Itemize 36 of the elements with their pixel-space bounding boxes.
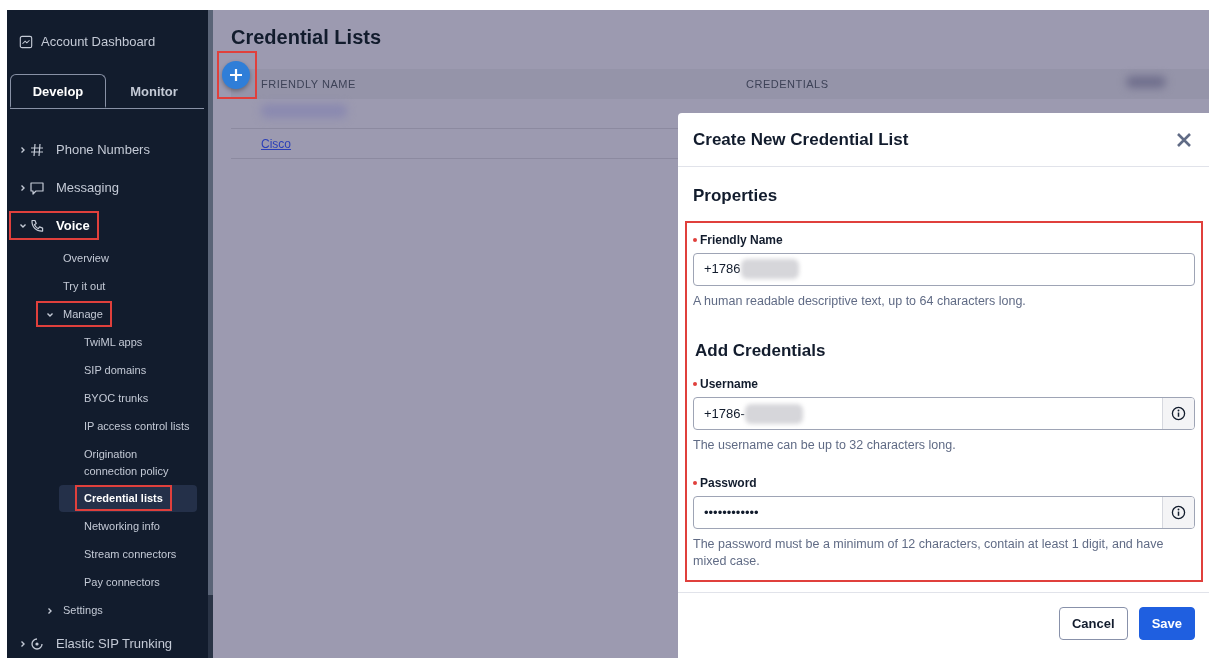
help-text: The password must be a minimum of 12 characters, contain at least 1 digit, and have mixed case. [693,536,1165,570]
nav-link[interactable]: Try it out [59,273,110,300]
cancel-button[interactable]: Cancel [1059,607,1128,640]
input-field[interactable]: +1786- [693,397,1195,430]
section-heading: Properties [693,185,779,207]
nav-link[interactable]: Voice [52,212,94,239]
field-label: Username [700,376,759,393]
dashboard-link[interactable]: Account Dashboard [41,32,156,52]
nav-link[interactable]: Messaging [52,174,123,201]
nav-link[interactable]: Settings [59,597,107,624]
help-text: A human readable descriptive text, up to 64 characters long. [693,292,1027,310]
nav-link[interactable]: Manage [59,301,107,328]
nav-link[interactable]: BYOC trunks [80,385,153,412]
nav-link[interactable]: Pay connectors [80,569,164,596]
page-title: Credential Lists [231,25,383,50]
nav-link[interactable]: IP access control lists [80,413,194,440]
save-button[interactable]: Save [1138,607,1195,640]
section-heading: Add Credentials [695,339,827,362]
column-header: CREDENTIALS [746,76,830,92]
nav-link[interactable]: TwiML apps [80,329,147,356]
sidebar-tab[interactable]: Monitor [106,73,202,108]
field-label: Friendly Name [700,231,783,249]
nav-link[interactable]: Networking info [80,513,164,540]
nav-link[interactable]: Elastic SIP Trunking [52,630,177,657]
nav-link[interactable]: Stream connectors [80,541,181,568]
input-field[interactable]: •••••••••••• [693,496,1195,529]
column-header: FRIENDLY NAME [260,76,357,92]
nav-link[interactable]: Origination connection policy [80,440,195,485]
nav-link[interactable]: Overview [59,245,113,272]
modal-title: Create New Credential List [693,128,909,151]
nav-link[interactable]: Phone Numbers [52,136,154,163]
field-label: Password [700,475,757,492]
input-field[interactable]: +1786 [693,252,1195,286]
sidebar-tab[interactable]: Develop [10,73,106,108]
help-text: The username can be up to 32 characters long. [693,437,957,454]
nav-link[interactable]: SIP domains [80,357,151,384]
